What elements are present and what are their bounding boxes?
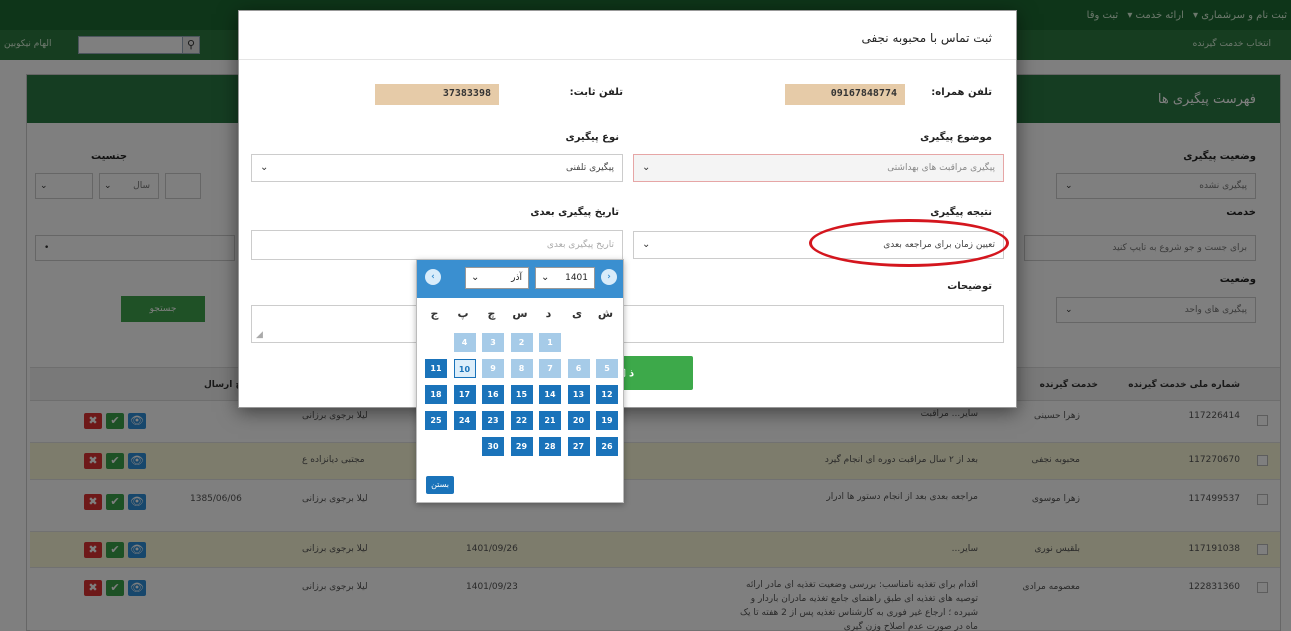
weekday-label: پ xyxy=(457,307,469,320)
mobile-label: تلفن همراه: xyxy=(931,87,992,98)
calendar-day[interactable]: 20 xyxy=(567,411,590,430)
calendar-day: 9 xyxy=(482,359,504,378)
calendar-day: 6 xyxy=(567,359,590,378)
type-select[interactable]: پیگیری تلفنی ⌄ xyxy=(251,154,623,182)
landline-label: تلفن ثابت: xyxy=(569,87,623,98)
calendar-day[interactable]: 18 xyxy=(425,385,447,404)
modal-title: ثبت تماس با محبوبه نجفی xyxy=(861,31,992,45)
modal-header: ثبت تماس با محبوبه نجفی xyxy=(239,11,1016,60)
next-date-label: تاریخ پیگیری بعدی xyxy=(530,207,619,218)
calendar-day[interactable]: 23 xyxy=(482,411,504,430)
calendar-day[interactable]: 12 xyxy=(596,385,618,404)
calendar-day: 7 xyxy=(539,359,561,378)
subject-label: موضوع پیگیری xyxy=(920,132,992,143)
month-select[interactable]: آذر ⌄ xyxy=(465,267,529,289)
mobile-field: 09167848774 xyxy=(785,84,905,105)
chevron-down-icon: ⌄ xyxy=(541,272,550,283)
next-date-input[interactable]: تاریخ پیگیری بعدی xyxy=(251,230,623,260)
calendar-day[interactable]: 30 xyxy=(482,437,504,456)
date-picker: › 1401 ⌄ آذر ⌄ ‹ شیدسچپج 1 2 3 4 5 6 7 8 9 10 11 12 13… xyxy=(416,259,624,503)
chevron-down-icon: ⌄ xyxy=(642,162,651,173)
calendar-day[interactable]: 28 xyxy=(539,437,561,456)
calendar-day[interactable]: 11 xyxy=(425,359,447,378)
close-button[interactable]: بستن xyxy=(426,476,454,494)
calendar-day: 4 xyxy=(453,333,476,352)
calendar-day[interactable]: 13 xyxy=(567,385,590,404)
calendar-day[interactable]: 15 xyxy=(510,385,533,404)
calendar-day[interactable]: 25 xyxy=(425,411,447,430)
result-label: نتیجه پیگیری xyxy=(930,207,992,218)
subject-select[interactable]: پیگیری مراقبت های بهداشتی ⌄ xyxy=(633,154,1004,182)
calendar-day[interactable]: 19 xyxy=(596,411,618,430)
call-log-modal: ثبت تماس با محبوبه نجفی تلفن همراه: 0916… xyxy=(238,10,1017,408)
notes-label: توضیحات xyxy=(947,281,992,292)
calendar-day[interactable]: 26 xyxy=(596,437,618,456)
weekday-label: ج xyxy=(430,307,439,320)
calendar-day: 8 xyxy=(510,359,533,378)
annotation-circle xyxy=(809,219,1009,267)
calendar-day[interactable]: 29 xyxy=(510,437,533,456)
calendar-day[interactable]: 24 xyxy=(453,411,476,430)
calendar-day: 10 xyxy=(453,359,476,378)
resize-grip-icon[interactable]: ◢ xyxy=(256,330,263,340)
calendar-day: 1 xyxy=(539,333,561,352)
year-select[interactable]: 1401 ⌄ xyxy=(535,267,595,289)
weekday-label: چ xyxy=(487,307,496,320)
weekday-label: ش xyxy=(597,307,614,320)
calendar-day[interactable]: 22 xyxy=(510,411,533,430)
calendar-day[interactable]: 17 xyxy=(453,385,476,404)
type-label: نوع پیگیری xyxy=(565,132,619,143)
calendar-day[interactable]: 27 xyxy=(567,437,590,456)
weekday-label: د xyxy=(545,307,552,320)
chevron-down-icon: ⌄ xyxy=(642,239,651,250)
date-picker-header: › 1401 ⌄ آذر ⌄ ‹ xyxy=(417,260,623,298)
calendar-day: 2 xyxy=(510,333,533,352)
calendar-day: 3 xyxy=(482,333,504,352)
calendar-day[interactable]: 14 xyxy=(539,385,561,404)
calendar-day: 5 xyxy=(596,359,618,378)
calendar-day[interactable]: 21 xyxy=(539,411,561,430)
prev-month-icon[interactable]: ‹ xyxy=(425,269,441,285)
notes-textarea[interactable]: ◢ xyxy=(251,305,1004,343)
calendar-day[interactable]: 16 xyxy=(482,385,504,404)
chevron-down-icon: ⌄ xyxy=(471,272,480,283)
weekday-label: ی xyxy=(571,307,583,320)
landline-field: 37383398 xyxy=(375,84,499,105)
next-month-icon[interactable]: › xyxy=(601,269,617,285)
weekday-label: س xyxy=(512,307,528,320)
chevron-down-icon: ⌄ xyxy=(260,162,269,173)
